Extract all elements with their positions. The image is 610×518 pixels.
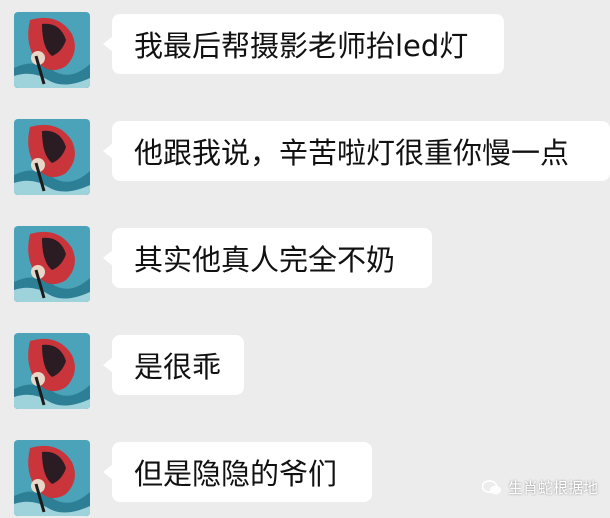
message-bubble[interactable]: 他跟我说，辛苦啦灯很重你慢一点 (103, 121, 610, 181)
watermark: 生肖蛇根据地 (481, 477, 598, 498)
avatar[interactable] (14, 440, 90, 516)
message-bubble[interactable]: 是很乖 (103, 335, 244, 395)
message-row: 但是隐隐的爷们 (0, 428, 610, 518)
message-row: 其实他真人完全不奶 (0, 214, 610, 304)
illustrated-avatar-icon (14, 333, 90, 409)
message-row: 他跟我说，辛苦啦灯很重你慢一点 (0, 107, 610, 197)
avatar[interactable] (14, 333, 90, 409)
illustrated-avatar-icon (14, 226, 90, 302)
avatar[interactable] (14, 12, 90, 88)
illustrated-avatar-icon (14, 440, 90, 516)
message-bubble[interactable]: 但是隐隐的爷们 (103, 442, 372, 502)
message-row: 是很乖 (0, 321, 610, 411)
illustrated-avatar-icon (14, 119, 90, 195)
watermark-text: 生肖蛇根据地 (507, 479, 598, 497)
wechat-public-account-icon (481, 479, 502, 494)
message-bubble[interactable]: 其实他真人完全不奶 (103, 228, 432, 288)
chat-view: 我最后帮摄影老师抬led灯 他跟我说，辛苦啦灯很重你慢一点 其实他真人完全不奶 … (0, 0, 610, 516)
illustrated-avatar-icon (14, 12, 90, 88)
avatar[interactable] (14, 119, 90, 195)
message-row: 我最后帮摄影老师抬led灯 (0, 0, 610, 90)
message-bubble[interactable]: 我最后帮摄影老师抬led灯 (103, 14, 504, 74)
avatar[interactable] (14, 226, 90, 302)
